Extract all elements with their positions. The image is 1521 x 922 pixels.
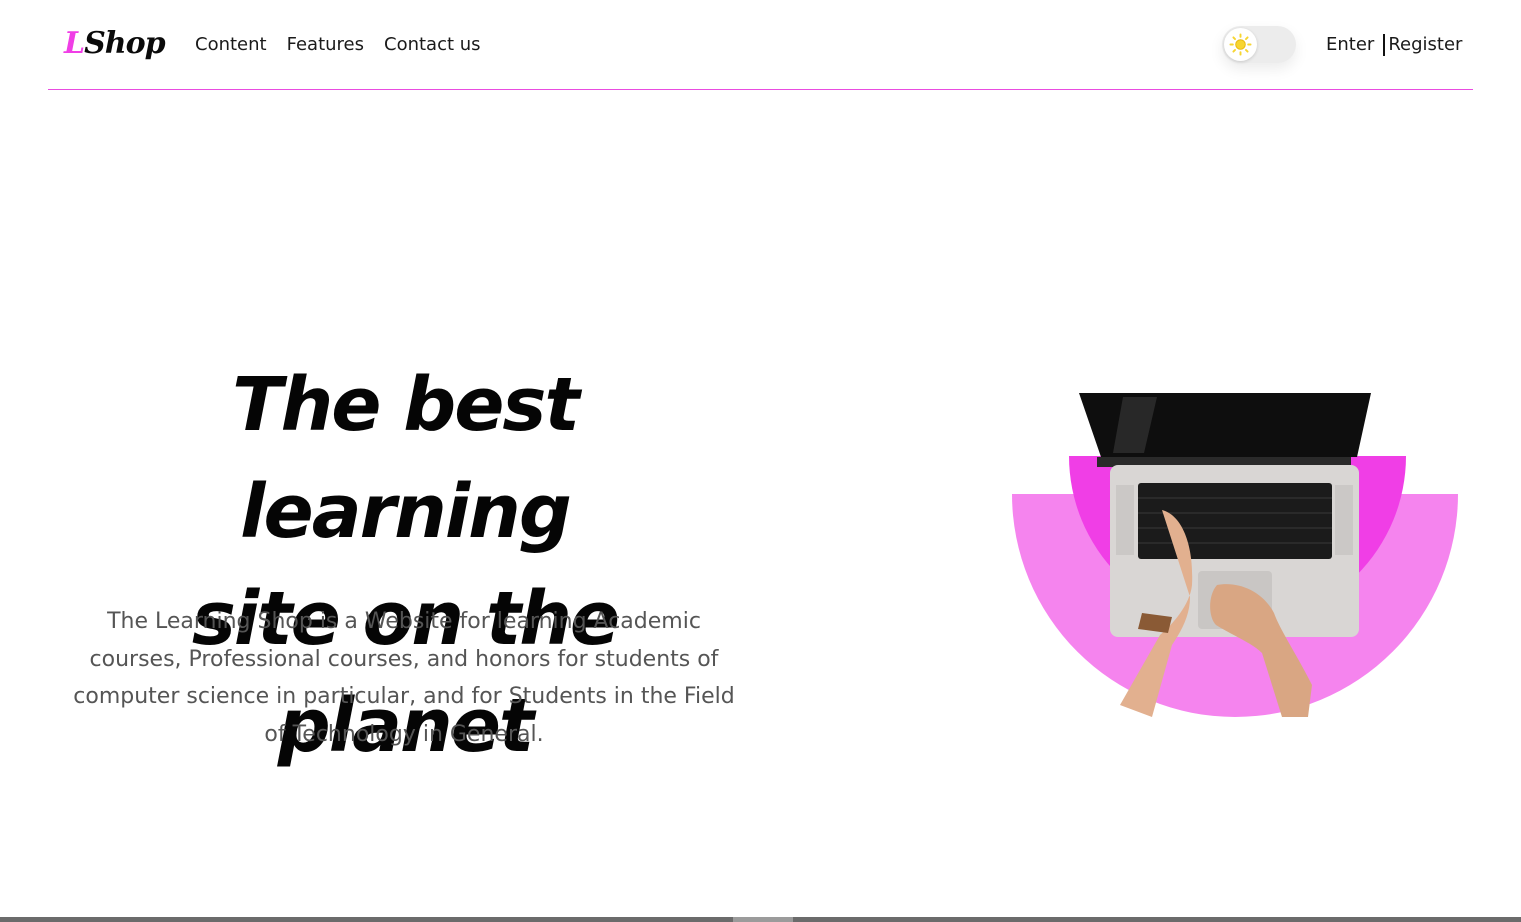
- auth-links: Enter Register: [1326, 32, 1462, 58]
- enter-link[interactable]: Enter: [1326, 32, 1374, 58]
- logo-letter: L: [64, 26, 85, 61]
- site-logo[interactable]: LShop: [64, 24, 166, 64]
- auth-divider: [1383, 34, 1386, 56]
- nav-link-features[interactable]: Features: [287, 32, 364, 58]
- scrollbar-thumb[interactable]: [733, 917, 793, 922]
- theme-toggle[interactable]: [1222, 26, 1296, 63]
- laptop-hands-illustration: [1012, 393, 1458, 717]
- nav-link-content[interactable]: Content: [195, 32, 267, 58]
- hero-illustration: [1012, 385, 1460, 721]
- register-link[interactable]: Register: [1388, 32, 1462, 58]
- sun-icon: [1229, 33, 1252, 56]
- logo-text: Shop: [84, 26, 165, 61]
- nav-link-contact-us[interactable]: Contact us: [384, 32, 481, 58]
- hero-title-line-1: The best learning: [232, 362, 580, 555]
- hero-description: The Learning Shop is a Website for learn…: [73, 609, 735, 747]
- toggle-knob: [1224, 28, 1257, 61]
- main-nav: Content Features Contact us: [195, 32, 481, 58]
- top-navbar: LShop Content Features Contact us Enter …: [48, 0, 1473, 90]
